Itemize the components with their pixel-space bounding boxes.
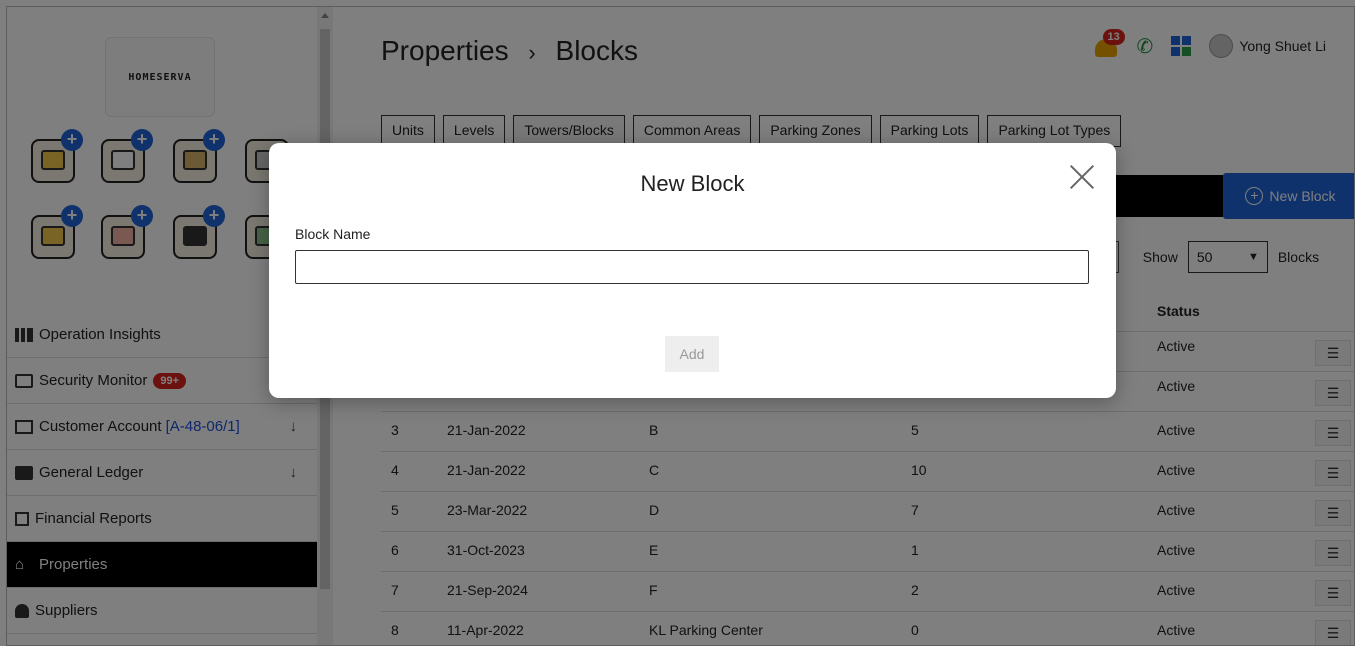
add-button[interactable]: Add [665, 336, 719, 372]
block-name-label: Block Name [295, 226, 371, 242]
new-block-modal: New Block Block Name Add [269, 143, 1116, 398]
modal-title: New Block [640, 171, 745, 196]
close-icon[interactable] [1066, 161, 1098, 193]
block-name-input[interactable] [295, 250, 1089, 284]
